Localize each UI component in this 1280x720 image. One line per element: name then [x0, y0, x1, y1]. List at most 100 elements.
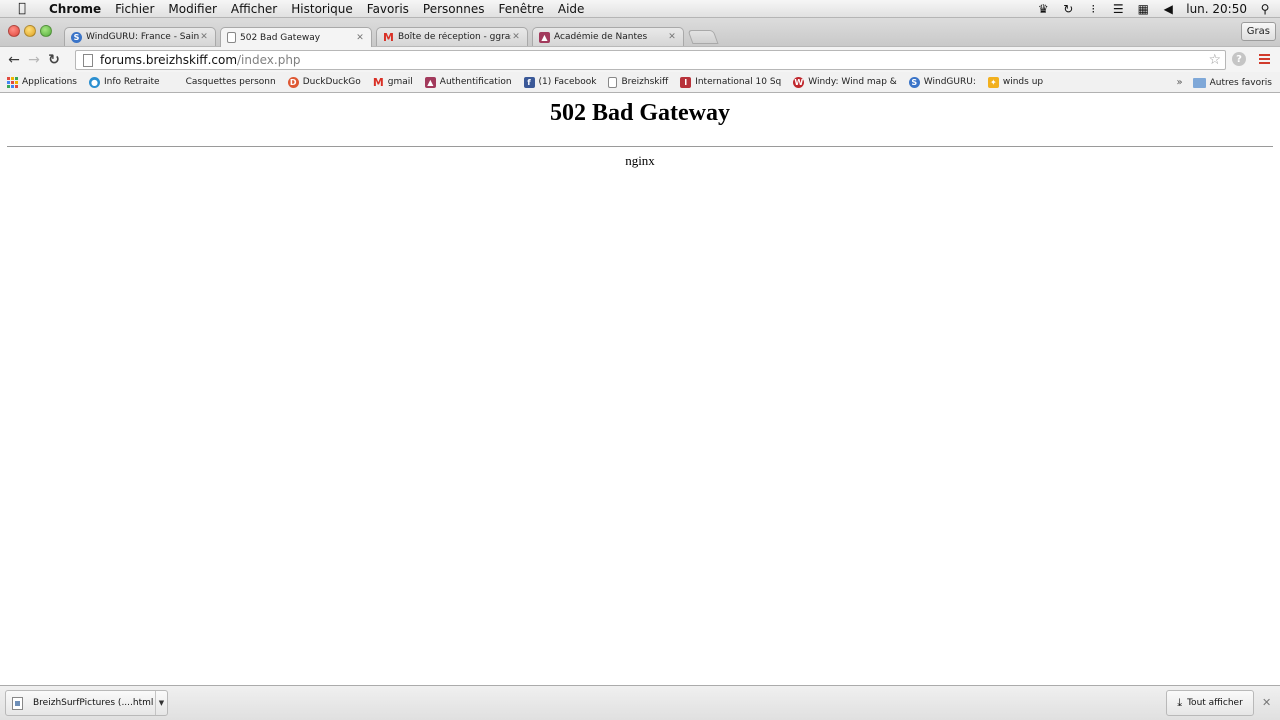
show-all-label: Tout afficher [1187, 698, 1243, 708]
status-area: ♛ ↻ ⁝ ☰ ▦ ◀ lun. 20:50 ⚲ [1036, 0, 1272, 18]
page-icon [608, 76, 618, 88]
browser-toolbar: ← → ↻ forums.breizhskiff.com/index.php ☆ [0, 46, 1280, 72]
bookmark-casquettes[interactable]: Casquettes personn [186, 77, 276, 87]
address-bar[interactable]: forums.breizhskiff.com/index.php ☆ [75, 50, 1226, 70]
tab-title: Académie de Nantes [554, 32, 648, 42]
bookmark-winds-up[interactable]: ✦ winds up [987, 76, 1044, 88]
bookmark-authentification[interactable]: ▲ Authentification [424, 76, 512, 88]
other-bookmarks[interactable]: Autres favoris [1210, 78, 1272, 88]
winds-up-icon: ✦ [987, 76, 999, 88]
bookmark-label: gmail [387, 77, 413, 87]
gmail-icon: M [372, 75, 384, 89]
academie-icon: ▲ [539, 31, 550, 43]
bookmark-gmail[interactable]: M gmail [372, 75, 413, 89]
folder-icon [1192, 77, 1206, 88]
windy-icon: W [793, 76, 805, 88]
bookmark-info-retraite[interactable]: ● Info Retraite [88, 76, 160, 88]
menu-modifier[interactable]: Modifier [161, 2, 224, 16]
bluetooth-icon[interactable]: ⁝ [1086, 2, 1100, 16]
tab-title: 502 Bad Gateway [240, 32, 321, 43]
page-icon [81, 54, 95, 67]
download-filename: BreizhSurfPictures (....html [33, 698, 154, 708]
bookmark-label: Casquettes personn [185, 77, 276, 87]
info-retraite-icon: ● [88, 76, 100, 88]
bookmark-label: Windy: Wind map & [808, 77, 897, 87]
bookmark-windy[interactable]: W Windy: Wind map & [793, 76, 897, 88]
url-path: /index.php [237, 53, 301, 67]
bookmark-facebook[interactable]: f (1) Facebook [523, 76, 597, 88]
bookmarks-overflow: » Autres favoris [1176, 72, 1272, 93]
menu-aide[interactable]: Aide [551, 2, 592, 16]
menu-fichier[interactable]: Fichier [108, 2, 161, 16]
close-window-button[interactable] [8, 25, 20, 37]
menu-historique[interactable]: Historique [284, 2, 360, 16]
download-menu-arrow-icon[interactable]: ▼ [155, 691, 167, 715]
chrome-menu-icon[interactable] [1259, 54, 1270, 64]
tab-strip: S WindGURU: France - Saint ✕ 502 Bad Gat… [0, 18, 1280, 47]
chevron-overflow-icon[interactable]: » [1176, 77, 1182, 88]
bookmark-breizhskiff[interactable]: Breizhskiff [608, 76, 669, 88]
menu-afficher[interactable]: Afficher [224, 2, 284, 16]
minimize-window-button[interactable] [24, 25, 36, 37]
bookmark-international-10sq[interactable]: I International 10 Sq [680, 76, 782, 88]
duckduckgo-icon: D [287, 76, 299, 88]
bookmark-label: (1) Facebook [538, 77, 597, 87]
tab-gmail-inbox[interactable]: M Boîte de réception - ggras ✕ [376, 27, 528, 46]
bookmark-duckduckgo[interactable]: D DuckDuckGo [287, 76, 361, 88]
download-icon: ⤓ [1177, 696, 1183, 709]
tab-close-icon[interactable]: ✕ [355, 33, 365, 43]
forward-arrow-icon[interactable]: → [24, 52, 44, 68]
apps-grid-icon [7, 76, 18, 88]
wifi-icon[interactable]: ☰ [1111, 2, 1125, 16]
macos-menubar:  Chrome Fichier Modifier Afficher Histo… [0, 0, 1280, 18]
tab-close-icon[interactable]: ✕ [667, 32, 677, 42]
tab-title: WindGURU: France - Saint [86, 32, 199, 42]
tab-close-icon[interactable]: ✕ [511, 32, 521, 42]
file-icon [12, 696, 23, 710]
gmail-icon: M [383, 30, 394, 44]
spotlight-search-icon[interactable]: ⚲ [1258, 2, 1272, 16]
page-title: 502 Bad Gateway [550, 100, 730, 126]
tab-title: Boîte de réception - ggras [398, 32, 511, 42]
tab-close-icon[interactable]: ✕ [199, 32, 209, 42]
menu-fenetre[interactable]: Fenêtre [491, 2, 550, 16]
back-arrow-icon[interactable]: ← [4, 52, 24, 68]
bookmark-label: Authentification [439, 77, 512, 87]
bookmark-label: DuckDuckGo [302, 77, 361, 87]
bookmark-windguru[interactable]: S WindGURU: [908, 76, 976, 88]
page-icon [227, 32, 236, 43]
apple-icon[interactable]:  [14, 1, 30, 16]
tab-windguru[interactable]: S WindGURU: France - Saint ✕ [64, 27, 216, 46]
new-tab-button[interactable] [687, 30, 719, 44]
calendar-icon[interactable]: ▦ [1136, 2, 1150, 16]
time-machine-icon[interactable]: ↻ [1061, 2, 1075, 16]
server-name: nginx [625, 153, 655, 168]
help-icon[interactable]: ? [1232, 52, 1246, 66]
volume-icon[interactable]: ◀ [1161, 2, 1175, 16]
tab-502-bad-gateway[interactable]: 502 Bad Gateway ✕ [220, 27, 372, 47]
clock[interactable]: lun. 20:50 [1186, 2, 1247, 16]
downloads-bar: BreizhSurfPictures (....html ▼ ⤓ Tout af… [0, 685, 1280, 720]
reload-icon[interactable]: ↻ [44, 52, 64, 68]
download-item[interactable]: BreizhSurfPictures (....html ▼ [5, 690, 168, 716]
bookmark-label: WindGURU: [923, 77, 976, 87]
evernote-icon[interactable]: ♛ [1036, 2, 1050, 16]
show-all-downloads-button[interactable]: ⤓ Tout afficher [1166, 690, 1254, 716]
bookmark-label: Info Retraite [103, 77, 160, 87]
bookmark-star-icon[interactable]: ☆ [1208, 52, 1221, 68]
profile-button[interactable]: Gras [1240, 22, 1276, 41]
page-content: 502 Bad Gateway nginx [0, 94, 1280, 685]
bookmark-label: International 10 Sq [695, 77, 782, 87]
windguru-icon: S [908, 76, 920, 88]
menu-personnes[interactable]: Personnes [416, 2, 492, 16]
zoom-window-button[interactable] [40, 25, 52, 37]
tab-academie-de-nantes[interactable]: ▲ Académie de Nantes ✕ [532, 27, 684, 46]
bookmark-label: Breizhskiff [621, 77, 669, 87]
menu-favoris[interactable]: Favoris [360, 2, 416, 16]
menu-app-name[interactable]: Chrome [42, 2, 108, 16]
bookmark-applications[interactable]: Applications [7, 76, 77, 88]
bookmark-label: winds up [1002, 77, 1044, 87]
facebook-icon: f [523, 76, 535, 88]
close-downloads-icon[interactable]: ✕ [1262, 696, 1271, 709]
url-host: forums.breizhskiff.com [100, 53, 238, 67]
